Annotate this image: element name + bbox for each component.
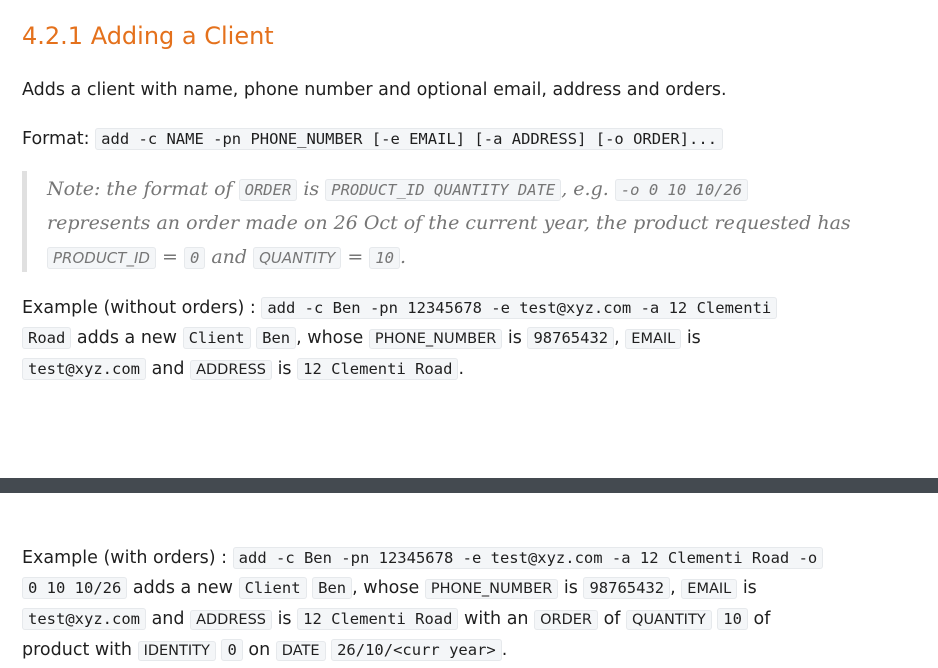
example2-code-identity: IDENTITY — [137, 641, 216, 661]
note-line-3: PRODUCT_ID = 0 and QUANTITY = 10. — [47, 240, 406, 275]
example2-text: . — [501, 640, 508, 660]
example1-code-ben: Ben — [256, 327, 297, 349]
example2-text: of — [603, 609, 621, 629]
section-heading: 4.2.1 Adding a Client — [22, 22, 274, 50]
example-without-orders: Example (without orders) : add -c Ben -p… — [22, 293, 778, 385]
format-command: add -c NAME -pn PHONE_NUMBER [-e EMAIL] … — [95, 128, 724, 150]
example2-code-date: DATE — [275, 641, 326, 661]
example2-label: Example (with orders) : — [22, 548, 228, 568]
example2-text: on — [248, 640, 271, 660]
note-text: and — [211, 246, 248, 268]
example1-code-client: Client — [182, 327, 251, 349]
example1-text: and — [151, 359, 185, 379]
example1-command: add -c Ben -pn 12345678 -e test@xyz.com … — [261, 297, 778, 319]
example2-command: add -c Ben -pn 12345678 -e test@xyz.com … — [232, 547, 824, 569]
format-paragraph: Format: add -c NAME -pn PHONE_NUMBER [-e… — [22, 124, 724, 154]
note-code-order: ORDER — [238, 179, 298, 201]
example2-code-phone: 98765432 — [583, 577, 671, 599]
note-code-zero: 0 — [183, 247, 206, 269]
example1-code-email: EMAIL — [625, 329, 682, 349]
note-code-ten: 10 — [369, 247, 400, 269]
note-text: Note: the format of — [47, 178, 233, 200]
example2-text: is — [277, 609, 292, 629]
example1-code-email-value: test@xyz.com — [22, 358, 146, 380]
note-line-1: Note: the format of ORDER is PRODUCT_ID … — [47, 172, 749, 207]
example1-code-phone-number: PHONE_NUMBER — [368, 329, 503, 349]
example1-code-phone: 98765432 — [527, 327, 615, 349]
example2-text: is — [742, 578, 757, 598]
example2-text: and — [151, 609, 185, 629]
example1-command-cont: Road — [22, 327, 72, 349]
section-separator — [0, 478, 938, 493]
example1-label: Example (without orders) : — [22, 298, 256, 318]
example2-code-order: ORDER — [534, 610, 598, 630]
example2-code-zero: 0 — [221, 639, 243, 661]
example2-text: product with — [22, 640, 132, 660]
example2-code-address-value: 12 Clementi Road — [297, 608, 459, 630]
example2-text: adds a new — [132, 578, 233, 598]
example2-code-phone-number: PHONE_NUMBER — [424, 579, 559, 599]
example-with-orders: Example (with orders) : add -c Ben -pn 1… — [22, 543, 824, 666]
example1-text: adds a new — [76, 328, 177, 348]
note-text: , e.g. — [561, 178, 609, 200]
example2-code-ben: Ben — [312, 577, 353, 599]
example1-text: is — [686, 328, 701, 348]
example2-code-ten: 10 — [717, 608, 748, 630]
example2-code-email: EMAIL — [681, 579, 738, 599]
example2-code-quantity: QUANTITY — [626, 610, 712, 630]
example2-command-cont: 0 10 10/26 — [22, 577, 128, 599]
example2-code-date-value: 26/10/<curr year> — [331, 639, 502, 661]
format-label: Format: — [22, 129, 90, 149]
note-text: is — [303, 178, 320, 200]
doc-top-section: 4.2.1 Adding a Client Adds a client with… — [0, 0, 938, 478]
example2-code-client: Client — [238, 577, 307, 599]
note-text: . — [399, 246, 407, 268]
example1-text: . — [458, 359, 465, 379]
intro-paragraph: Adds a client with name, phone number an… — [22, 80, 727, 100]
example2-code-email-value: test@xyz.com — [22, 608, 146, 630]
note-text: = — [161, 246, 178, 268]
note-code-format: PRODUCT_ID QUANTITY DATE — [325, 179, 562, 201]
note-code-product-id: PRODUCT_ID — [47, 247, 156, 269]
example1-code-address-value: 12 Clementi Road — [297, 358, 459, 380]
example2-text: with an — [464, 609, 529, 629]
example1-code-address: ADDRESS — [190, 360, 272, 380]
note-blockquote: Note: the format of ORDER is PRODUCT_ID … — [22, 171, 887, 272]
note-line-2: represents an order made on 26 Oct of th… — [47, 212, 851, 234]
note-code-example: -o 0 10 10/26 — [614, 179, 749, 201]
example1-text: is — [507, 328, 522, 348]
example2-text: , — [670, 578, 676, 598]
example1-text: is — [277, 359, 292, 379]
note-text: = — [347, 246, 364, 268]
example2-text: of — [753, 609, 771, 629]
example2-text: is — [563, 578, 578, 598]
example2-code-address: ADDRESS — [190, 610, 272, 630]
example2-text: , whose — [352, 578, 420, 598]
note-code-quantity: QUANTITY — [253, 247, 342, 269]
example1-text: , whose — [296, 328, 364, 348]
example1-text: , — [614, 328, 620, 348]
